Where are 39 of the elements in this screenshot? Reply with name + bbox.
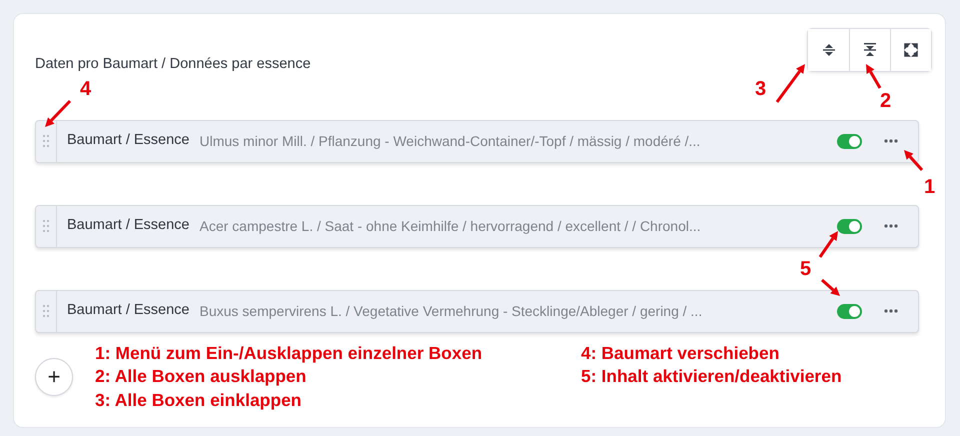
annotation-legend-text: 4: Baumart verschieben (581, 342, 780, 365)
annotation-number: 3 (755, 79, 766, 99)
more-icon[interactable] (884, 139, 898, 144)
annotation-number: 2 (880, 91, 892, 111)
annotation-number: 5 (800, 259, 812, 279)
expand-all-button[interactable] (849, 29, 890, 71)
row-summary: Ulmus minor Mill. / Pflanzung - Weichwand-Container/-Topf / mässig / modéré /... (200, 132, 702, 151)
species-row[interactable]: Baumart / Essence Ulmus minor Mill. / Pflanzung - Weichwand-Container/-Topf / mässig / modéré /... (35, 120, 919, 163)
annotation-arrow (776, 64, 805, 103)
species-row[interactable]: Baumart / Essence Acer campestre L. / Saat - ohne Keimhilfe / hervorragend / excellent / / Chronol... (35, 204, 919, 248)
fullscreen-icon (904, 43, 918, 57)
fullscreen-button[interactable] (890, 29, 931, 71)
toggle-switch[interactable] (837, 134, 862, 149)
annotation-number: 1 (924, 177, 936, 197)
annotation-legend-text: 3: Alle Boxen einklappen (95, 388, 302, 412)
section-title: Daten pro Baumart / Données par essence (35, 55, 311, 74)
annotation-legend-text: 2: Alle Boxen ausklappen (95, 365, 308, 388)
annotation-arrow (45, 100, 72, 127)
annotation-arrow (821, 278, 840, 296)
collapse-all-button[interactable] (808, 29, 849, 71)
annotation-arrow (818, 231, 838, 258)
species-row[interactable]: Baumart / Essence Buxus sempervirens L. / Vegetative Vermehrung - Stecklinge/Ableger / gering / ... (35, 290, 919, 333)
row-label: Baumart / Essence (67, 216, 190, 236)
add-button[interactable]: + (35, 358, 73, 396)
more-icon[interactable] (884, 309, 898, 314)
annotation-arrow (866, 64, 882, 89)
row-summary: Acer campestre L. / Saat - ohne Keimhilfe / hervorragend / excellent / / Chronol... (200, 216, 702, 236)
expand-all-icon (863, 43, 877, 57)
annotation-legend-text: 5: Inhalt aktivieren/deaktivieren (581, 365, 842, 388)
row-summary: Buxus sempervirens L. / Vegetative Vermehrung - Stecklinge/Ableger / gering / ... (200, 302, 704, 321)
row-label: Baumart / Essence (67, 131, 190, 150)
more-icon[interactable] (884, 224, 898, 228)
annotation-legend-text: 1: Menü zum Ein-/Ausklappen einzelner Boxen (95, 342, 484, 365)
annotation-number: 4 (80, 79, 92, 99)
annotation-arrow (904, 150, 924, 171)
row-label: Baumart / Essence (67, 301, 190, 320)
toggle-switch[interactable] (837, 218, 862, 234)
toggle-switch[interactable] (837, 304, 862, 319)
collapse-all-icon (822, 43, 836, 57)
